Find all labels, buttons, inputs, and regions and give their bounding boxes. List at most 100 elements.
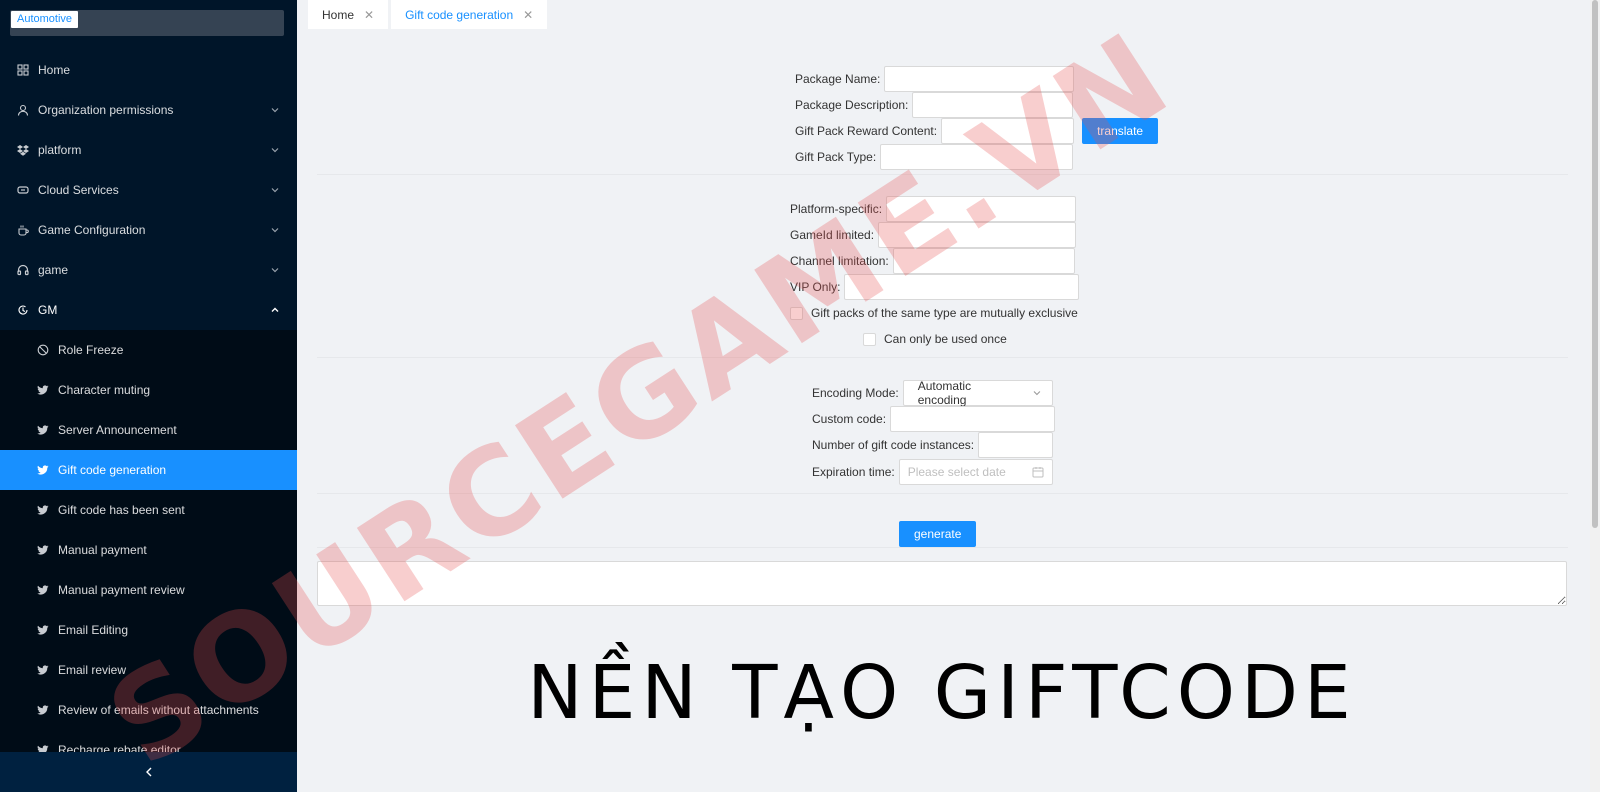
- chevron-down-icon: [1033, 391, 1041, 396]
- expiration-placeholder: Please select date: [907, 465, 1006, 479]
- sidebar-item-organization-permissions[interactable]: Organization permissions: [0, 90, 297, 130]
- chevron-down-icon: [271, 268, 279, 273]
- tab-bar: Home ✕ Gift code generation ✕: [297, 0, 1600, 30]
- sidebar-item-label: Review of emails without attachments: [58, 703, 259, 717]
- mutually-exclusive-row: Gift packs of the same type are mutually…: [790, 300, 1078, 326]
- encoding-mode-select[interactable]: Automatic encoding: [902, 379, 1053, 407]
- section-divider: [317, 547, 1568, 548]
- bird-icon: [36, 383, 50, 397]
- sidebar: Automotive Home Organization permissions…: [0, 0, 297, 792]
- reward-content-row: Gift Pack Reward Content: translate: [795, 118, 1159, 144]
- bird-icon: [36, 583, 50, 597]
- headphones-icon: [16, 263, 30, 277]
- vip-only-label: VIP Only:: [790, 280, 841, 294]
- instances-input[interactable]: [978, 432, 1054, 458]
- sidebar-item-game-configuration[interactable]: Game Configuration: [0, 210, 297, 250]
- reward-content-label: Gift Pack Reward Content:: [795, 124, 938, 138]
- chevron-down-icon: [271, 108, 279, 113]
- translate-button[interactable]: translate: [1082, 118, 1159, 144]
- sidebar-item-review-emails-no-attachments[interactable]: Review of emails without attachments: [0, 690, 297, 730]
- stop-icon: [36, 343, 50, 357]
- sidebar-item-label: Email Editing: [58, 623, 129, 637]
- tab-label: Home: [322, 7, 355, 22]
- bird-icon: [36, 703, 50, 717]
- expiration-date-picker[interactable]: Please select date: [898, 459, 1053, 485]
- sidebar-item-character-muting[interactable]: Character muting: [0, 370, 297, 410]
- gameid-limited-input[interactable]: [878, 222, 1077, 248]
- bird-icon: [36, 623, 50, 637]
- gm-submenu: Role Freeze Character muting Server Anno…: [0, 330, 297, 770]
- sidebar-item-label: Manual payment review: [58, 583, 185, 597]
- pack-type-label: Gift Pack Type:: [795, 150, 877, 164]
- instances-label: Number of gift code instances:: [812, 438, 975, 452]
- sidebar-item-label: Organization permissions: [38, 103, 174, 117]
- chevron-left-icon: [145, 767, 151, 777]
- tab-gift-code-generation[interactable]: Gift code generation ✕: [391, 0, 548, 29]
- sidebar-item-game[interactable]: game: [0, 250, 297, 290]
- sidebar-item-gm[interactable]: GM: [0, 290, 297, 330]
- channel-limitation-input[interactable]: [892, 248, 1075, 274]
- tab-home[interactable]: Home ✕: [308, 0, 389, 29]
- sidebar-item-platform[interactable]: platform: [0, 130, 297, 170]
- vip-only-input[interactable]: [844, 274, 1080, 300]
- channel-limitation-row: Channel limitation:: [790, 248, 1075, 274]
- banner-text: NỀN TẠO GIFTCODE: [527, 650, 1357, 736]
- sidebar-item-manual-payment[interactable]: Manual payment: [0, 530, 297, 570]
- expiration-row: Expiration time: Please select date: [812, 459, 1053, 485]
- sidebar-item-label: Gift code generation: [58, 463, 167, 477]
- mutually-exclusive-label: Gift packs of the same type are mutually…: [811, 306, 1078, 320]
- sidebar-item-label: Cloud Services: [38, 183, 119, 197]
- sidebar-item-role-freeze[interactable]: Role Freeze: [0, 330, 297, 370]
- sidebar-item-gift-code-generation[interactable]: Gift code generation: [0, 450, 297, 490]
- sidebar-item-label: Manual payment: [58, 543, 147, 557]
- sidebar-item-email-review[interactable]: Email review: [0, 650, 297, 690]
- sidebar-item-label: Character muting: [58, 383, 151, 397]
- sidebar-item-label: Gift code has been sent: [58, 503, 185, 517]
- output-textarea[interactable]: [317, 561, 1567, 606]
- section-divider: [317, 493, 1568, 494]
- pack-type-row: Gift Pack Type:: [795, 144, 1074, 170]
- package-description-input[interactable]: [912, 92, 1074, 118]
- bird-icon: [36, 663, 50, 677]
- generate-button[interactable]: generate: [899, 521, 977, 547]
- close-icon[interactable]: ✕: [364, 8, 374, 22]
- brand-tag: Automotive: [11, 11, 79, 28]
- use-once-checkbox[interactable]: [863, 332, 876, 346]
- sidebar-item-cloud-services[interactable]: Cloud Services: [0, 170, 297, 210]
- close-icon[interactable]: ✕: [523, 8, 533, 22]
- package-description-row: Package Description:: [795, 92, 1074, 118]
- encoding-mode-value: Automatic encoding: [917, 379, 972, 407]
- vip-only-row: VIP Only:: [790, 274, 1080, 300]
- custom-code-input[interactable]: [890, 406, 1056, 432]
- package-name-input[interactable]: [884, 66, 1075, 92]
- expiration-label: Expiration time:: [812, 465, 895, 479]
- sidebar-item-home[interactable]: Home: [0, 50, 297, 90]
- custom-code-row: Custom code:: [812, 406, 1056, 432]
- pack-type-input[interactable]: [880, 144, 1074, 170]
- bird-icon: [36, 503, 50, 517]
- sidebar-menu: Home Organization permissions platform C…: [0, 50, 297, 770]
- scrollbar-thumb[interactable]: [1592, 0, 1598, 528]
- bird-icon: [36, 543, 50, 557]
- sidebar-item-server-announcement[interactable]: Server Announcement: [0, 410, 297, 450]
- use-once-row: Can only be used once: [863, 326, 1007, 352]
- bird-icon: [36, 423, 50, 437]
- reward-content-input[interactable]: [941, 118, 1075, 144]
- gameid-limited-row: GameId limited:: [790, 222, 1077, 248]
- platform-specific-input[interactable]: [886, 196, 1077, 222]
- section-divider: [317, 357, 1568, 358]
- mutually-exclusive-checkbox[interactable]: [790, 306, 803, 320]
- page-scrollbar[interactable]: [1590, 0, 1600, 792]
- channel-limitation-label: Channel limitation:: [790, 254, 889, 268]
- sidebar-item-email-editing[interactable]: Email Editing: [0, 610, 297, 650]
- gameid-limited-label: GameId limited:: [790, 228, 875, 242]
- sidebar-item-gift-code-sent[interactable]: Gift code has been sent: [0, 490, 297, 530]
- sidebar-item-label: GM: [38, 303, 58, 317]
- sidebar-item-label: Home: [38, 63, 71, 77]
- chevron-down-icon: [271, 228, 279, 233]
- package-name-label: Package Name:: [795, 72, 881, 86]
- sidebar-collapse-button[interactable]: [0, 752, 297, 792]
- sidebar-item-label: Role Freeze: [58, 343, 124, 357]
- sidebar-item-manual-payment-review[interactable]: Manual payment review: [0, 570, 297, 610]
- sidebar-item-label: Server Announcement: [58, 423, 177, 437]
